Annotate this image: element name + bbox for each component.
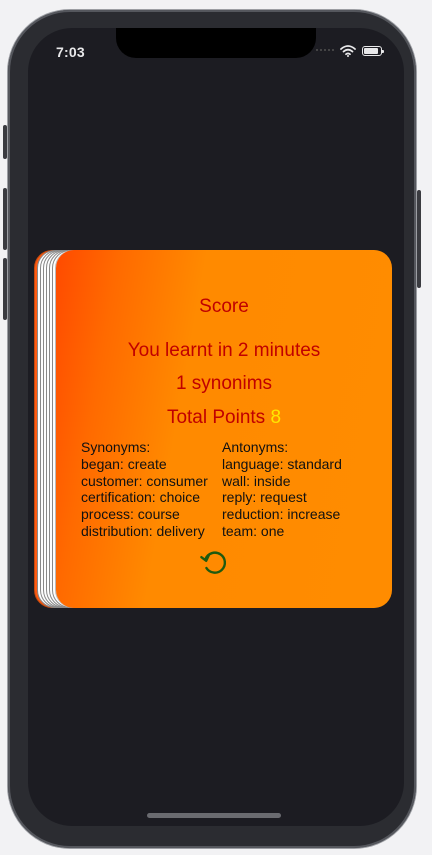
antonym-item: team: one bbox=[222, 522, 285, 539]
battery-level bbox=[364, 48, 378, 54]
replay-icon[interactable] bbox=[199, 547, 229, 577]
synonym-item: customer: consumer bbox=[81, 472, 208, 489]
score-card: Score You learnt in 2 minutes 1 synonims… bbox=[56, 250, 392, 608]
volume-down-button bbox=[3, 258, 7, 320]
synonym-item: process: course bbox=[81, 506, 180, 523]
antonyms-list: Antonyms: language: standard wall: insid… bbox=[222, 439, 342, 540]
antonym-item: wall: inside bbox=[222, 472, 291, 489]
score-title: Score bbox=[199, 296, 249, 317]
status-time: 7:03 bbox=[56, 44, 85, 60]
synonym-item: began: create bbox=[81, 455, 167, 472]
synonym-item: certification: choice bbox=[81, 489, 201, 506]
learnt-time-text: You learnt in 2 minutes bbox=[127, 340, 321, 361]
notch bbox=[116, 28, 316, 58]
signal-dots-icon bbox=[316, 48, 334, 54]
synonym-item: distribution: delivery bbox=[81, 522, 205, 539]
battery-icon bbox=[362, 46, 384, 56]
mute-switch bbox=[3, 125, 7, 159]
status-icons bbox=[316, 44, 384, 58]
antonyms-header: Antonyms: bbox=[222, 439, 289, 455]
total-points-value: 8 bbox=[270, 407, 282, 428]
antonym-item: reply: request bbox=[222, 489, 307, 506]
total-points-label: Total Points bbox=[166, 407, 266, 428]
volume-up-button bbox=[3, 188, 7, 250]
antonym-item: reduction: increase bbox=[222, 506, 341, 523]
synonyms-count-text: 1 synonims bbox=[175, 373, 273, 394]
home-indicator[interactable] bbox=[147, 813, 281, 818]
synonyms-header: Synonyms: bbox=[81, 439, 151, 455]
total-points: Total Points 8 bbox=[56, 407, 392, 429]
antonym-item: language: standard bbox=[222, 455, 342, 472]
power-button bbox=[417, 190, 421, 288]
wifi-icon bbox=[340, 45, 356, 57]
synonyms-list: Synonyms: began: create customer: consum… bbox=[81, 439, 208, 540]
